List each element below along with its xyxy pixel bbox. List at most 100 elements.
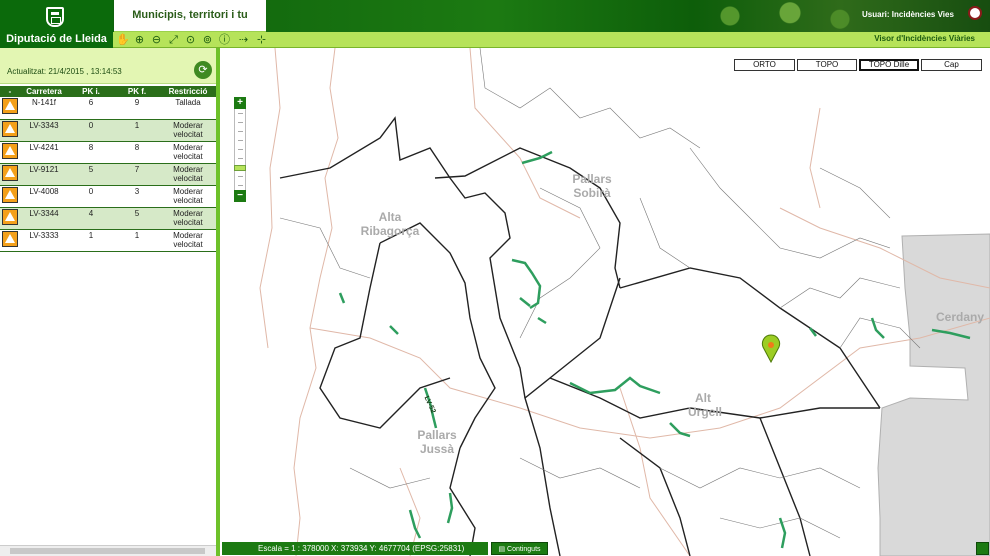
zoom-step[interactable] — [238, 113, 243, 114]
tagline-tab[interactable]: Municipis, territori i tu — [114, 0, 266, 32]
column-header[interactable]: Carretera — [20, 86, 68, 97]
road-cell: N-141f — [20, 97, 68, 120]
warning-icon[interactable] — [2, 230, 18, 247]
neighbour-territory — [877, 233, 990, 556]
zoom-previous-icon[interactable]: ⊙ — [184, 33, 197, 46]
table-row[interactable]: N-141f 6 9 Tallada — [0, 97, 216, 120]
warning-icon[interactable] — [2, 164, 18, 181]
restriction-cell: Moderar velocitat — [160, 207, 216, 230]
pk-start-cell: 4 — [68, 207, 114, 230]
info-icon[interactable]: ⓘ — [218, 33, 231, 46]
pk-end-cell: 5 — [114, 207, 160, 230]
restriction-cell: Moderar velocitat — [160, 141, 216, 164]
pk-start-cell: 0 — [68, 119, 114, 142]
zoom-step[interactable] — [238, 122, 243, 123]
table-row[interactable]: LV-3333 1 1 Moderar velocitat — [0, 229, 216, 252]
column-header[interactable]: PK f. — [114, 86, 160, 97]
app-window: Usuari: Incidències Vies Diputació de Ll… — [0, 0, 990, 556]
restriction-cell: Moderar velocitat — [160, 119, 216, 142]
incidents-table: - Carretera PK i. PK f. Restricció N-141… — [0, 86, 216, 252]
pan-icon[interactable]: ✋ — [116, 33, 130, 46]
refresh-icon[interactable]: ⟳ — [194, 61, 212, 79]
layers-icon: ▤ — [498, 546, 506, 553]
tagline-text: Municipis, territori i tu — [132, 9, 248, 21]
zoom-out-button[interactable]: − — [234, 190, 246, 202]
column-header[interactable]: PK i. — [68, 86, 114, 97]
zoom-step[interactable] — [238, 140, 243, 141]
zoom-in-button[interactable]: + — [234, 97, 246, 109]
layer-orto-button[interactable]: ORTO — [734, 59, 795, 71]
zoom-step[interactable] — [238, 185, 243, 186]
warning-icon[interactable] — [2, 208, 18, 225]
table-row[interactable]: LV-4241 8 8 Moderar velocitat — [0, 141, 216, 164]
road-cell: LV-9121 — [20, 163, 68, 186]
municipal-borders — [279, 48, 921, 539]
restriction-cell: Moderar velocitat — [160, 185, 216, 208]
last-updated-text: Actualitzat: 21/4/2015 , 13:14:53 — [7, 67, 122, 76]
pk-start-cell: 5 — [68, 163, 114, 186]
table-header: - Carretera PK i. PK f. Restricció — [0, 86, 216, 97]
zoom-step[interactable] — [238, 131, 243, 132]
pk-start-cell: 8 — [68, 141, 114, 164]
road-cell: LV-3344 — [20, 207, 68, 230]
scrollbar-thumb[interactable] — [10, 548, 205, 554]
overview-map-button[interactable] — [976, 542, 989, 555]
road-cell: LV-4008 — [20, 185, 68, 208]
crosshair-icon[interactable]: ⊹ — [255, 33, 268, 46]
warning-icon[interactable] — [2, 98, 18, 114]
contents-label: Continguts — [507, 546, 541, 553]
zoom-in-icon[interactable]: ⊕ — [133, 33, 146, 46]
header-decoration — [670, 0, 870, 32]
zoom-next-icon[interactable]: ⊚ — [201, 33, 214, 46]
pk-end-cell: 8 — [114, 141, 160, 164]
table-row[interactable]: LV-3343 0 1 Moderar velocitat — [0, 119, 216, 142]
layer-topo-button[interactable]: TOPO — [797, 59, 857, 71]
zoom-slider[interactable]: + − — [234, 97, 246, 202]
column-header[interactable]: - — [0, 86, 20, 97]
coordinates-readout: X: 373934 Y: 4677704 (EPSG:25831) — [331, 544, 465, 553]
map-label: Alta Ribagorça — [360, 210, 420, 238]
update-bar: Actualitzat: 21/4/2015 , 13:14:53 ⟳ — [0, 48, 216, 84]
measure-icon[interactable]: ⇢ — [237, 33, 250, 46]
layer-cap-button[interactable]: Cap — [921, 59, 982, 71]
map-toolbar: ✋ ⊕ ⊖ ⤢ ⊙ ⊚ ⓘ ⇢ ⊹ Visor d'Incidències Vi… — [113, 32, 990, 48]
user-label: Usuari: Incidències Vies — [862, 10, 954, 19]
zoom-step[interactable] — [238, 176, 243, 177]
map-label: Pallars Sobirà — [572, 172, 612, 200]
incident-marker — [761, 334, 781, 364]
brand-name: Diputació de Lleida — [6, 33, 107, 45]
map-status-bar: Escala = 1 : 378000 X: 373934 Y: 4677704… — [222, 542, 488, 555]
layer-topo-dille-button[interactable]: TOPO Dille — [859, 59, 919, 71]
brand-logo[interactable]: Diputació de Lleida — [0, 0, 113, 48]
pk-start-cell: 1 — [68, 229, 114, 252]
warning-icon[interactable] — [2, 186, 18, 203]
warning-icon[interactable] — [2, 142, 18, 159]
zoom-step[interactable] — [238, 149, 243, 150]
zoom-thumb[interactable] — [234, 165, 246, 171]
pk-start-cell: 0 — [68, 185, 114, 208]
zoom-out-icon[interactable]: ⊖ — [150, 33, 163, 46]
map-drawing — [259, 48, 990, 556]
table-row[interactable]: LV-9121 5 7 Moderar velocitat — [0, 163, 216, 186]
viewer-title: Visor d'Incidències Viàries — [874, 34, 975, 43]
pk-end-cell: 3 — [114, 185, 160, 208]
pk-end-cell: 1 — [114, 229, 160, 252]
pk-end-cell: 1 — [114, 119, 160, 142]
restriction-cell: Moderar velocitat — [160, 163, 216, 186]
horizontal-scrollbar[interactable] — [0, 545, 216, 556]
road-cell: LV-3343 — [20, 119, 68, 142]
full-extent-icon[interactable]: ⤢ — [167, 33, 180, 46]
coat-of-arms-icon — [46, 7, 64, 27]
road-cell: LV-4241 — [20, 141, 68, 164]
map-canvas[interactable]: Pallars Sobirà Alta Ribagorça Alt Urgell… — [220, 48, 990, 556]
incident-roads — [338, 150, 971, 549]
warning-icon[interactable] — [2, 120, 18, 137]
column-header[interactable]: Restricció — [160, 86, 216, 97]
zoom-step[interactable] — [238, 158, 243, 159]
pk-end-cell: 9 — [114, 97, 160, 120]
table-row[interactable]: LV-3344 4 5 Moderar velocitat — [0, 207, 216, 230]
restriction-cell: Tallada — [160, 97, 216, 120]
table-row[interactable]: LV-4008 0 3 Moderar velocitat — [0, 185, 216, 208]
contents-button[interactable]: ▤ Continguts — [491, 542, 548, 555]
user-icon[interactable] — [968, 6, 982, 20]
